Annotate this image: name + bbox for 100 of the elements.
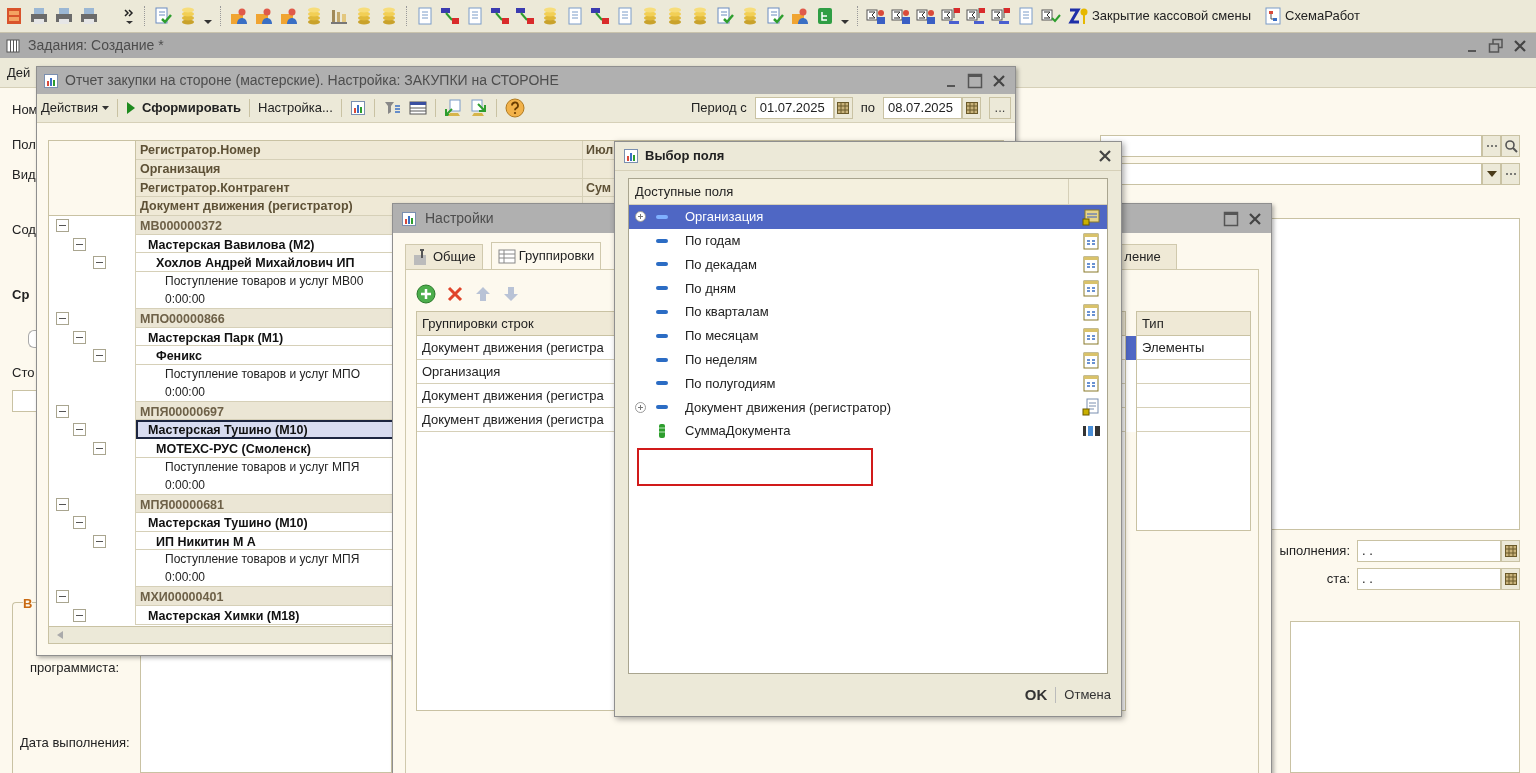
- field-label: ыполнения:: [1279, 542, 1350, 561]
- tab[interactable]: Группировки: [490, 242, 602, 269]
- add-icon[interactable]: [416, 284, 436, 304]
- selected-cell[interactable]: [1126, 336, 1136, 360]
- report-flag-icon[interactable]: [941, 6, 961, 26]
- field-list-item[interactable]: Организация: [629, 205, 1107, 229]
- person-icon[interactable]: [229, 6, 249, 26]
- field-list-item[interactable]: Документ движения (регистратор): [629, 395, 1107, 420]
- person-icon[interactable]: [254, 6, 274, 26]
- close-icon[interactable]: [991, 72, 1007, 89]
- select-button[interactable]: [1482, 135, 1501, 157]
- document-check-icon[interactable]: [153, 6, 173, 26]
- cabinet-icon[interactable]: [4, 6, 24, 26]
- report-person-icon[interactable]: [916, 6, 936, 26]
- diagram-icon[interactable]: [1264, 6, 1283, 26]
- transfer-icon[interactable]: [590, 6, 610, 26]
- cell-text: Мастерская Тушино (М10): [148, 516, 308, 531]
- ok-button[interactable]: OK: [1024, 683, 1048, 707]
- dots-icon[interactable]: [1485, 144, 1498, 148]
- transfer-icon[interactable]: [490, 6, 510, 26]
- menu-item[interactable]: Дей: [7, 62, 31, 83]
- transfer-icon[interactable]: [515, 6, 535, 26]
- calendar-button[interactable]: [1501, 540, 1520, 562]
- field-label: Вид: [12, 167, 36, 183]
- cancel-button[interactable]: Отмена: [1064, 685, 1111, 705]
- cash-shift-close-button[interactable]: Закрытие кассовой смены: [1068, 6, 1252, 26]
- caret-icon[interactable]: [1486, 171, 1497, 177]
- printer-icon[interactable]: [29, 6, 49, 26]
- restore-icon[interactable]: [1488, 37, 1504, 54]
- chart-icon: [349, 100, 366, 116]
- key-icon[interactable]: [1068, 6, 1090, 26]
- calendar-icon[interactable]: [965, 102, 978, 114]
- field-list-item[interactable]: По полугодиям: [629, 371, 1107, 396]
- transfer-icon[interactable]: [440, 6, 460, 26]
- cell-text: Организация: [422, 364, 501, 379]
- close-icon[interactable]: [1097, 148, 1113, 164]
- date-field[interactable]: . .: [1357, 568, 1501, 590]
- date-field[interactable]: 08.07.2025: [883, 97, 962, 119]
- calendar-button[interactable]: [962, 97, 981, 119]
- field-list-item[interactable]: СуммаДокумента: [629, 419, 1107, 443]
- field-icon: [656, 261, 668, 268]
- calendar-icon[interactable]: [837, 102, 850, 114]
- help-icon[interactable]: [504, 98, 525, 118]
- cell-text: МПЯ00000697: [140, 404, 224, 419]
- field-list-item[interactable]: По дням: [629, 276, 1107, 301]
- maximize-icon[interactable]: [967, 72, 983, 89]
- input-field[interactable]: [1100, 135, 1482, 157]
- calendar-icon: [1083, 231, 1099, 250]
- dots-icon[interactable]: [1504, 172, 1517, 176]
- person-icon[interactable]: [790, 6, 810, 26]
- calendar-icon[interactable]: [1504, 573, 1517, 585]
- table-icon[interactable]: [408, 99, 427, 117]
- section-title: Ср: [12, 287, 30, 303]
- form-icon: [6, 38, 20, 53]
- filter-icon[interactable]: [382, 99, 401, 117]
- caret-icon[interactable]: [101, 106, 109, 110]
- field-list-item[interactable]: По декадам: [629, 252, 1107, 277]
- select-button[interactable]: [1501, 163, 1520, 185]
- expand-icon[interactable]: [635, 401, 646, 413]
- report-flag-icon[interactable]: [966, 6, 986, 26]
- printer-icon[interactable]: [54, 6, 74, 26]
- person-icon[interactable]: [279, 6, 299, 26]
- reference-icon: [1082, 207, 1100, 226]
- delete-icon[interactable]: [446, 285, 464, 303]
- date-field[interactable]: 01.07.2025: [754, 97, 834, 119]
- printer-icon[interactable]: [79, 6, 99, 26]
- document-check-icon[interactable]: [765, 6, 785, 26]
- report-person-icon[interactable]: [866, 6, 886, 26]
- search-button[interactable]: [1501, 135, 1520, 157]
- close-icon[interactable]: [1247, 210, 1263, 227]
- field-list-item[interactable]: По неделям: [629, 347, 1107, 372]
- close-icon[interactable]: [1512, 37, 1528, 54]
- selected-cell[interactable]: [1126, 360, 1136, 384]
- expand-icon[interactable]: [635, 211, 646, 223]
- actions-menu[interactable]: Действия: [41, 98, 109, 118]
- maximize-icon[interactable]: [1223, 210, 1239, 227]
- report-person-icon[interactable]: [891, 6, 911, 26]
- more-button[interactable]: ...: [989, 97, 1011, 119]
- cell-text: 0:00:00: [165, 476, 206, 494]
- cell-text: Поступление товаров и услуг МПЯ: [165, 551, 360, 569]
- search-icon[interactable]: [1503, 139, 1518, 153]
- calendar-button[interactable]: [1501, 568, 1520, 590]
- structure-icon[interactable]: [815, 6, 835, 26]
- field-list-item[interactable]: По годам: [629, 228, 1107, 253]
- dropdown-button[interactable]: [1482, 163, 1501, 185]
- settings-button[interactable]: Настройка...: [258, 98, 333, 118]
- export-icon[interactable]: [469, 99, 488, 117]
- report-flag-icon[interactable]: [991, 6, 1011, 26]
- scheme-button[interactable]: СхемаРабот: [1264, 6, 1360, 26]
- calendar-icon: [1083, 350, 1099, 369]
- play-icon[interactable]: [125, 101, 136, 115]
- run-button[interactable]: Сформировать: [125, 98, 241, 118]
- document-check-icon[interactable]: [715, 6, 735, 26]
- import-icon[interactable]: [443, 99, 462, 117]
- calendar-icon: [1083, 279, 1099, 298]
- calendar-icon[interactable]: [1504, 545, 1517, 557]
- date-field[interactable]: . .: [1357, 540, 1501, 562]
- field-icon: [656, 285, 668, 292]
- selected-cell[interactable]: [1126, 408, 1136, 432]
- tab[interactable]: Общие: [405, 244, 483, 269]
